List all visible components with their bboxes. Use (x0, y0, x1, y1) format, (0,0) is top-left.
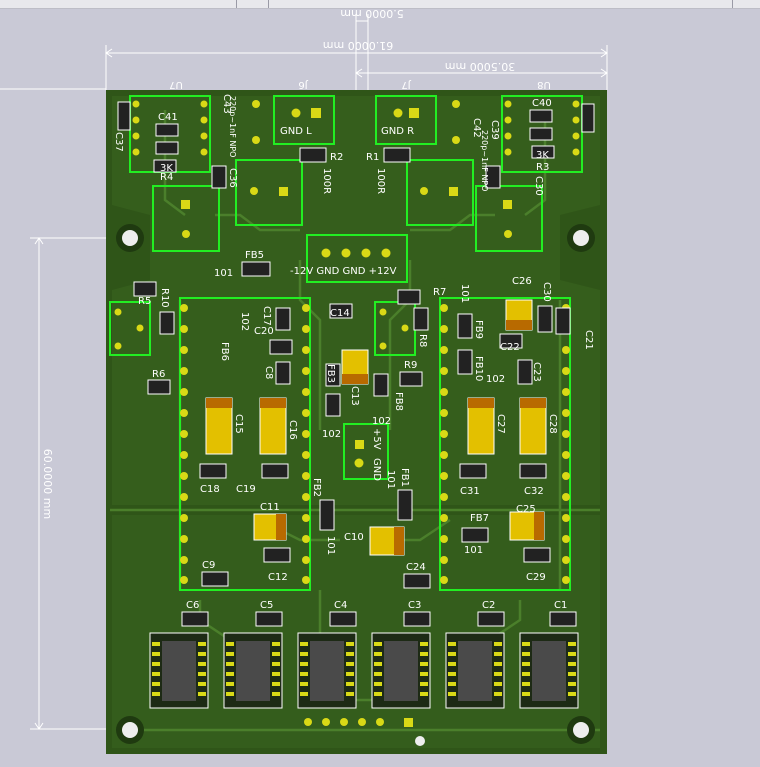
pcb-editor-window: 5.0000 mm 61.0000 mm 30.5000 mm 1.0000 m… (0, 0, 760, 763)
label-c25: C25 (516, 504, 536, 515)
label-fb9: FB9 (473, 320, 484, 339)
label-power: -12V GND GND +12V (290, 266, 397, 277)
label-c43-value: 220p~1nF NPO (228, 96, 237, 157)
label-r7: R7 (433, 287, 446, 298)
label-c41: C41 (158, 112, 178, 123)
label-c10: C10 (344, 532, 364, 543)
label-c2: C2 (482, 600, 495, 611)
label-u7: U7 (169, 79, 183, 90)
label-r2: R2 (330, 152, 343, 163)
label-c3: C3 (408, 600, 421, 611)
label-fb6: FB6 (219, 342, 230, 361)
label-c17: C17 (261, 306, 272, 326)
label-c18: C18 (200, 484, 220, 495)
label-c37: C37 (113, 132, 124, 152)
label-c30: C30 (533, 176, 544, 196)
label-fb1: FB1 (399, 468, 410, 487)
label-c39: C39 (489, 120, 500, 140)
label-102b: 102 (372, 416, 391, 427)
label-c42-value: 220p~1nF NPO (480, 130, 489, 191)
label-101a: 101 (459, 284, 470, 303)
label-u8: U8 (537, 79, 551, 90)
label-j7: J7 (401, 79, 411, 90)
label-c19: C19 (236, 484, 256, 495)
label-r10: R10 (159, 288, 170, 308)
label-r1: R1 (366, 152, 379, 163)
dim-61mm: 61.0000 mm (323, 39, 393, 52)
label-c1: C1 (554, 600, 567, 611)
label-r5: R5 (138, 296, 151, 307)
label-c22: C22 (500, 342, 520, 353)
label-r6: R6 (152, 369, 165, 380)
pcb-view-svg[interactable]: 5.0000 mm 61.0000 mm 30.5000 mm 1.0000 m… (0, 7, 760, 763)
label-c6: C6 (186, 600, 199, 611)
label-fb8: FB8 (393, 392, 404, 411)
label-fb5-value: 101 (214, 268, 233, 279)
label-c14: C14 (330, 308, 350, 319)
label-c16: C16 (287, 420, 298, 440)
label-c9: C9 (202, 560, 215, 571)
label-c4: C4 (334, 600, 347, 611)
dim-60mm: 60.0000 mm (41, 449, 54, 519)
label-c12: C12 (268, 572, 288, 583)
label-gnd-l: GND L (280, 126, 312, 137)
label-102a: 102 (239, 312, 250, 331)
label-r2-value: 100R (321, 168, 332, 194)
label-c32: C32 (524, 486, 544, 497)
dim-30-5mm: 30.5000 mm (445, 60, 515, 73)
label-gnd-5v: GND (371, 458, 382, 481)
label-fb5: FB5 (245, 250, 264, 261)
label-c8: C8 (263, 366, 274, 379)
label-r9: R9 (404, 360, 417, 371)
label-5v: +5V (371, 428, 382, 450)
label-c20: C20 (254, 326, 274, 337)
label-101c: 101 (325, 536, 336, 555)
label-r8: R8 (417, 334, 428, 347)
label-101d: 101 (464, 545, 483, 556)
label-gnd-r: GND R (381, 126, 414, 137)
label-102d: 102 (486, 374, 505, 385)
label-c23: C23 (531, 362, 542, 382)
label-c15: C15 (233, 414, 244, 434)
label-c11: C11 (260, 502, 280, 513)
label-fb3: FB3 (325, 364, 336, 383)
label-c27: C27 (495, 414, 506, 434)
label-c29: C29 (526, 572, 546, 583)
label-c5: C5 (260, 600, 273, 611)
label-r3: R3 (536, 162, 549, 173)
label-c21: C21 (583, 330, 594, 350)
label-fb2: FB2 (311, 478, 322, 497)
label-r4: R4 (160, 172, 173, 183)
label-102c: 102 (322, 429, 341, 440)
label-c28: C28 (547, 414, 558, 434)
label-c30b: C30 (541, 282, 552, 302)
pcb-canvas[interactable]: 5.0000 mm 61.0000 mm 30.5000 mm 1.0000 m… (0, 7, 760, 763)
label-fb10: FB10 (473, 356, 484, 381)
top-toolbar-strip (0, 0, 760, 9)
label-c40: C40 (532, 98, 552, 109)
dim-5mm: 5.0000 mm (340, 9, 403, 20)
label-c36: C36 (227, 168, 238, 188)
label-r1-value: 100R (375, 168, 386, 194)
label-c13: C13 (349, 386, 360, 406)
label-101b: 101 (385, 470, 396, 489)
label-fb7: FB7 (470, 513, 489, 524)
label-c24: C24 (406, 562, 426, 573)
label-j6: J6 (298, 79, 308, 90)
label-c26: C26 (512, 276, 532, 287)
label-r3-value: 3K (536, 150, 549, 161)
label-c31: C31 (460, 486, 480, 497)
